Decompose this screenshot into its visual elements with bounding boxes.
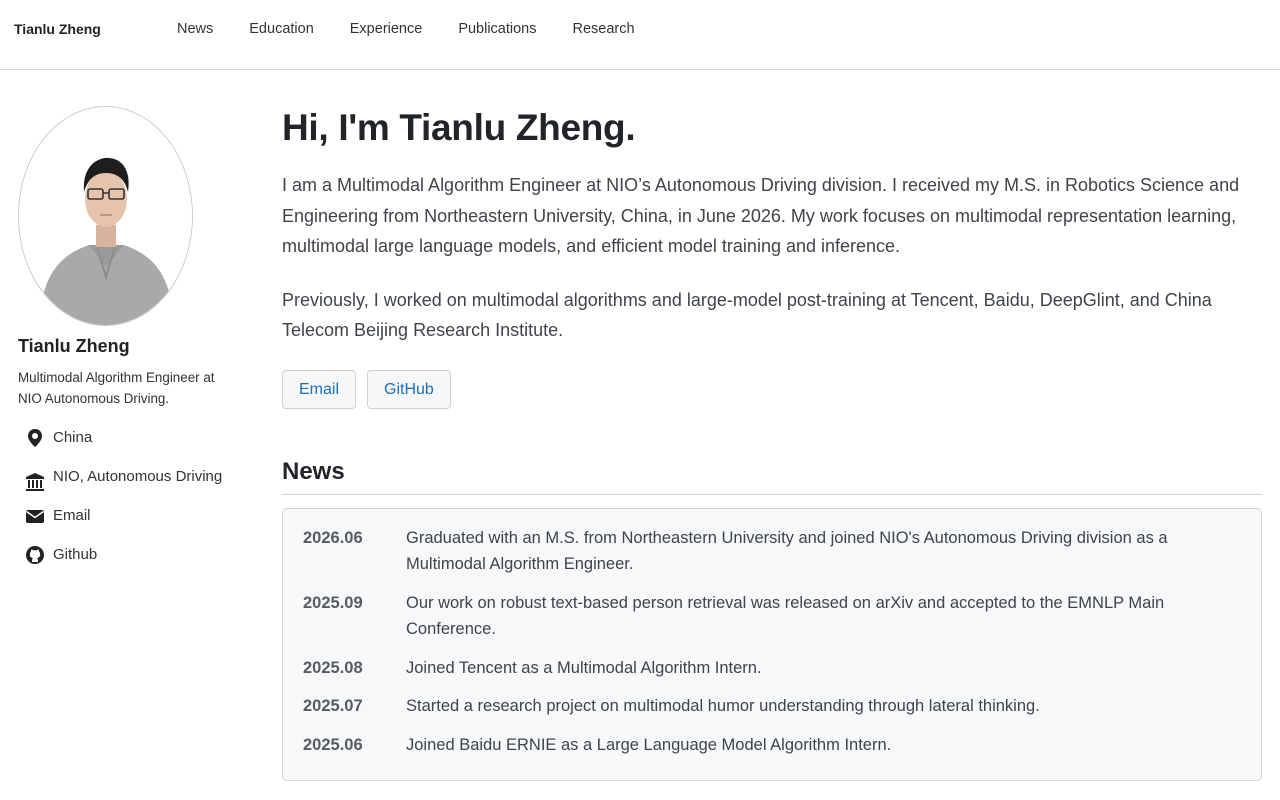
location-item: China: [18, 427, 228, 449]
news-date: 2026.06: [303, 528, 363, 547]
news-item: 2025.08 Joined Tencent as a Multimodal A…: [303, 655, 1241, 682]
intro-paragraph: I am a Multimodal Algorithm Engineer at …: [282, 175, 1240, 257]
background-paragraph: Previously, I worked on multimodal algor…: [282, 289, 1212, 341]
github-link[interactable]: Github: [53, 546, 97, 563]
profile-sidebar: Tianlu Zheng Multimodal Algorithm Engine…: [18, 106, 228, 583]
nav-link-news[interactable]: News: [177, 21, 213, 37]
contact-buttons: Email GitHub: [282, 369, 1262, 409]
brand-link[interactable]: Tianlu Zheng: [14, 21, 101, 37]
news-date: 2025.09: [303, 593, 363, 612]
location-label: China: [53, 429, 93, 446]
news-list: 2026.06 Graduated with an M.S. from Nort…: [282, 507, 1262, 782]
news-text: Started a research project on multimodal…: [406, 697, 1040, 716]
avatar: [18, 106, 193, 326]
news-section-title: News: [282, 458, 1262, 495]
news-text: Joined Tencent as a Multimodal Algorithm…: [406, 658, 762, 677]
top-navbar: Tianlu Zheng News Education Experience P…: [0, 0, 1280, 70]
news-date: 2025.07: [303, 697, 363, 716]
employer-item: NIO, Autonomous Driving: [18, 466, 228, 491]
email-item[interactable]: Email: [18, 505, 228, 527]
nav-link-education[interactable]: Education: [249, 21, 314, 37]
profile-name: Tianlu Zheng: [18, 336, 130, 356]
github-button[interactable]: GitHub: [367, 369, 451, 409]
employer-label: NIO, Autonomous Driving: [53, 468, 223, 485]
profile-links: China NIO, Autonomous Driving Email Gith…: [18, 427, 228, 566]
email-button[interactable]: Email: [282, 369, 357, 409]
github-icon: [26, 546, 44, 564]
news-text: Graduated with an M.S. from Northeastern…: [406, 528, 1168, 574]
nav-link-publications[interactable]: Publications: [458, 21, 536, 37]
news-item: 2025.06 Joined Baidu ERNIE as a Large La…: [303, 732, 1241, 759]
news-date: 2025.06: [303, 735, 363, 754]
location-pin-icon: [28, 429, 42, 447]
news-item: 2026.06 Graduated with an M.S. from Nort…: [303, 525, 1241, 578]
institution-icon: [26, 473, 44, 491]
nav-links: News Education Experience Publications R…: [177, 21, 671, 37]
page-title: Hi, I'm Tianlu Zheng.: [282, 107, 636, 148]
news-text: Our work on robust text-based person ret…: [406, 593, 1165, 639]
profile-bio: Multimodal Algorithm Engineer at NIO Aut…: [18, 370, 215, 406]
nav-link-research[interactable]: Research: [573, 21, 635, 37]
news-item: 2025.07 Started a research project on mu…: [303, 693, 1241, 720]
main-content: Hi, I'm Tianlu Zheng. I am a Multimodal …: [282, 106, 1262, 782]
news-date: 2025.08: [303, 658, 363, 677]
news-item: 2025.09 Our work on robust text-based pe…: [303, 590, 1241, 643]
github-item[interactable]: Github: [18, 544, 228, 566]
nav-link-experience[interactable]: Experience: [350, 21, 423, 37]
news-text: Joined Baidu ERNIE as a Large Language M…: [406, 735, 892, 754]
email-link[interactable]: Email: [53, 507, 91, 524]
envelope-icon: [26, 510, 44, 523]
